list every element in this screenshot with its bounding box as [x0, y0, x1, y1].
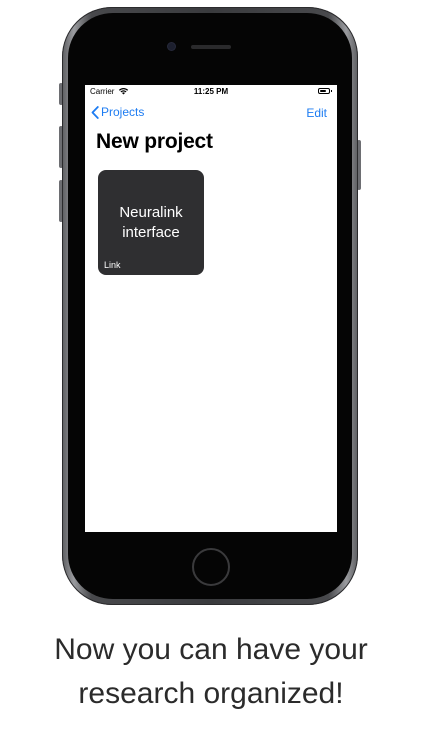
- status-bar: Carrier 11:25 PM: [85, 85, 337, 99]
- edit-button[interactable]: Edit: [306, 106, 327, 120]
- card-title-line: interface: [122, 224, 180, 241]
- clock-time: 11:25 PM: [193, 87, 229, 96]
- card-subtitle: Link: [104, 260, 121, 270]
- promo-caption: Now you can have your research organized…: [0, 628, 422, 716]
- back-button-label: Projects: [101, 105, 145, 119]
- card-title: Neuralink interface: [102, 203, 200, 243]
- phone-screen: Carrier 11:25 PM Projects Edit New proje…: [85, 85, 337, 532]
- earpiece-speaker: [191, 45, 231, 49]
- chevron-left-icon: [91, 105, 99, 119]
- card-title-line: Neuralink: [119, 204, 183, 221]
- back-button[interactable]: Projects: [91, 105, 144, 119]
- project-card[interactable]: Neuralink interface Link: [98, 170, 204, 275]
- home-button[interactable]: [192, 548, 230, 586]
- caption-line: Now you can have your: [54, 633, 368, 666]
- battery-icon: [318, 88, 332, 94]
- caption-line: research organized!: [78, 677, 344, 710]
- front-camera-icon: [168, 43, 175, 50]
- navigation-bar: Projects Edit: [85, 103, 337, 125]
- page-title: New project: [96, 130, 213, 153]
